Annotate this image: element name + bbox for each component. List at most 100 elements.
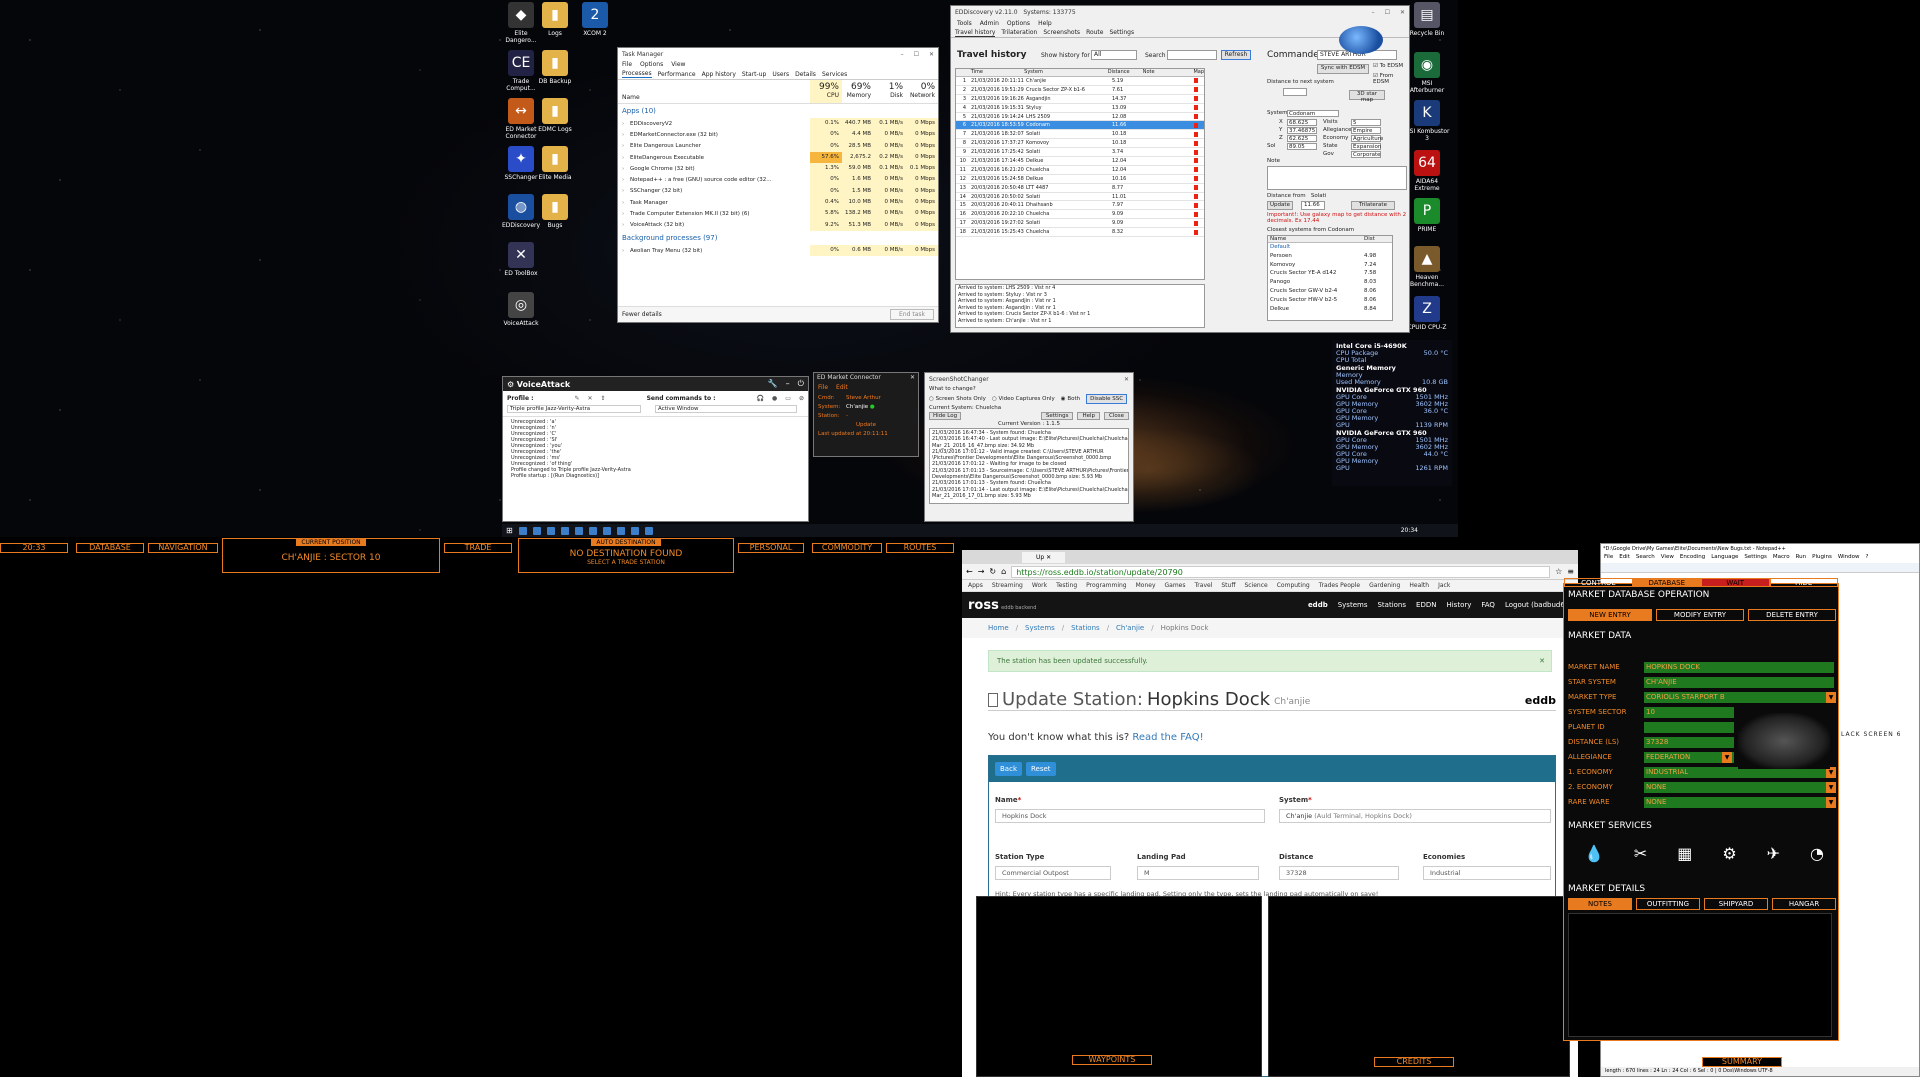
expand-icon[interactable]: › [618,143,626,149]
detail-tab-hangar[interactable]: HANGAR [1772,898,1836,910]
list-item[interactable]: Default [1268,243,1392,252]
tab-details[interactable]: Details [795,71,816,78]
breadcrumb-item[interactable]: Stations [1071,624,1100,632]
process-row[interactable]: › Google Chrome (32 bit) 1.3% 59.0 MB 0.1 MB… [618,163,938,175]
hud-routes-button[interactable]: ROUTES [886,543,954,553]
bookmark-item[interactable]: Streaming [992,582,1023,589]
disable-ssc-button[interactable]: Disable SSC [1086,394,1128,404]
both-radio[interactable]: ◉ Both [1061,396,1080,402]
expand-icon[interactable]: › [618,248,626,254]
history-range-select[interactable]: All [1091,50,1137,60]
desktop-icon[interactable]: ◉ MSI Afterburner [1404,52,1450,94]
bookmark-item[interactable]: Science [1244,582,1267,589]
tab-screenshots[interactable]: Screenshots [1043,29,1080,36]
bookmark-item[interactable]: Apps [968,582,983,589]
search-input[interactable] [1167,50,1217,60]
voiceattack-titlebar[interactable]: ⚙ VoiceAttack 🔧 – ⏻ [503,377,808,391]
notes-area[interactable] [1568,913,1832,1037]
update-distance-button[interactable]: Update [1267,201,1293,210]
desktop-icon[interactable]: ▲ Heaven Benchma... [1404,246,1450,288]
tab-app-history[interactable]: App history [702,71,736,78]
dropdown-arrow-icon[interactable]: ▼ [1826,782,1836,793]
map-color-marker[interactable] [1194,158,1198,164]
menu-item[interactable]: File [1604,554,1613,563]
menu-item[interactable]: ? [1866,554,1869,563]
distance-input[interactable]: 37328 [1279,866,1399,880]
col-header[interactable]: Note [1143,69,1188,76]
notepad-text[interactable]: LACK SCREEN 6 [1841,731,1901,738]
table-row[interactable]: 14 20/03/2016 20:50:02 Solati 11.01 [956,193,1204,202]
breadcrumb-item[interactable]: Home [988,624,1009,632]
emc-update-button[interactable]: Update [856,422,876,428]
bookmark-item[interactable]: Jack [1438,582,1450,589]
menu-item[interactable]: View [671,61,685,68]
nav-link[interactable]: Logout (badbud65) [1505,601,1572,609]
power-icon[interactable]: ⏻ [798,379,804,389]
col-name[interactable]: Name [618,80,810,103]
nav-link[interactable]: FAQ [1481,601,1495,609]
tab-travel-history[interactable]: Travel history [955,29,996,37]
table-row[interactable]: 13 20/03/2016 20:50:48 LTT 4487 8.77 [956,184,1204,193]
col-disk[interactable]: 1% Disk [874,80,906,103]
col-cpu[interactable]: 99% CPU [810,80,842,103]
map-color-marker[interactable] [1194,87,1198,93]
bookmark-item[interactable]: Money [1136,582,1156,589]
distance-input[interactable]: 11.66 [1301,201,1325,210]
taskbar-app-icon[interactable] [546,526,555,535]
taskbar-app-icon[interactable] [644,526,653,535]
refresh-button[interactable]: Refresh [1221,50,1251,60]
menu-item[interactable]: Tools [957,20,972,27]
desktop-icon[interactable]: ▮ Bugs [532,194,578,229]
task-manager-titlebar[interactable]: Task Manager – ☐ ✕ [618,48,938,60]
process-row[interactable]: › EDDiscoveryV2 0.1% 440.7 MB 0.1 MB/s 0 Mbps [618,118,938,130]
taskbar-app-icon[interactable] [588,526,597,535]
bookmark-item[interactable]: Stuff [1221,582,1235,589]
desktop-icon[interactable]: ▮ EDMC Logs [532,98,578,133]
process-row[interactable]: › EliteDangerous Executable 57.6%2,675.2 M… [618,151,938,171]
desktop-icon[interactable]: ✕ ED ToolBox [498,242,544,277]
outfitting-icon[interactable]: ⚙ [1722,844,1736,863]
forward-icon[interactable]: → [978,567,985,576]
process-row[interactable]: › Notepad++ : a free (GNU) source code ed… [618,174,938,186]
market-icon[interactable]: ▦ [1677,844,1692,863]
map-color-marker[interactable] [1194,140,1198,146]
bookmark-item[interactable]: Computing [1277,582,1310,589]
menu-item[interactable]: Plugins [1812,554,1832,563]
col-header[interactable]: System [1024,69,1108,76]
ssc-help-button[interactable]: Help [1077,412,1101,420]
wrench-icon[interactable]: 🔧 [768,379,778,389]
map-color-marker[interactable] [1194,122,1198,128]
map-color-marker[interactable] [1194,167,1198,173]
summary-label[interactable]: SUMMARY [1702,1057,1782,1067]
bookmark-item[interactable]: Trades People [1319,582,1360,589]
star-icon[interactable]: ☆ [1555,567,1562,576]
hud-navigation-button[interactable]: NAVIGATION [148,543,218,553]
dropdown-arrow-icon[interactable]: ▼ [1826,692,1836,703]
tab-performance[interactable]: Performance [658,71,696,78]
col-header[interactable]: Map [1187,69,1204,76]
table-row[interactable]: 9 21/03/2016 17:25:42 Solati 3.74 [956,148,1204,158]
expand-icon[interactable]: › [618,200,626,206]
black-market-icon[interactable]: ◔ [1810,844,1824,863]
list-item[interactable]: Komovoy 7.24 [1268,261,1392,270]
map-color-marker[interactable] [1194,105,1198,111]
list-item[interactable]: Crucis Sector HW-V b2-5 8.06 [1268,296,1392,305]
map-color-marker[interactable] [1194,202,1198,208]
credits-label[interactable]: CREDITS [1374,1057,1454,1067]
sync-edsm-button[interactable]: Sync with EDSM [1317,64,1369,74]
market-field-value[interactable] [1644,722,1734,733]
col-header[interactable]: Time [968,69,1024,76]
star-map-button[interactable]: 3D star map [1349,90,1385,103]
menu-item[interactable]: Encoding [1680,554,1705,563]
desktop-icon[interactable]: 2 XCOM 2 [572,2,618,37]
list-item[interactable]: Persoen 4.98 [1268,252,1392,261]
edit-profile-icon[interactable]: ✎ [575,395,580,402]
map-color-marker[interactable] [1194,211,1198,217]
menu-item[interactable]: Window [1838,554,1860,563]
landing-pad-select[interactable]: M [1137,866,1259,880]
table-row[interactable]: 11 21/03/2016 16:21:20 Chuelcha 12.04 [956,166,1204,175]
mdb-tab-hide[interactable]: HIDE [1769,578,1838,587]
apps-section-header[interactable]: Apps (10) [618,104,938,118]
taskbar-app-icon[interactable] [630,526,639,535]
background-section-header[interactable]: Background processes (97) [618,231,938,245]
